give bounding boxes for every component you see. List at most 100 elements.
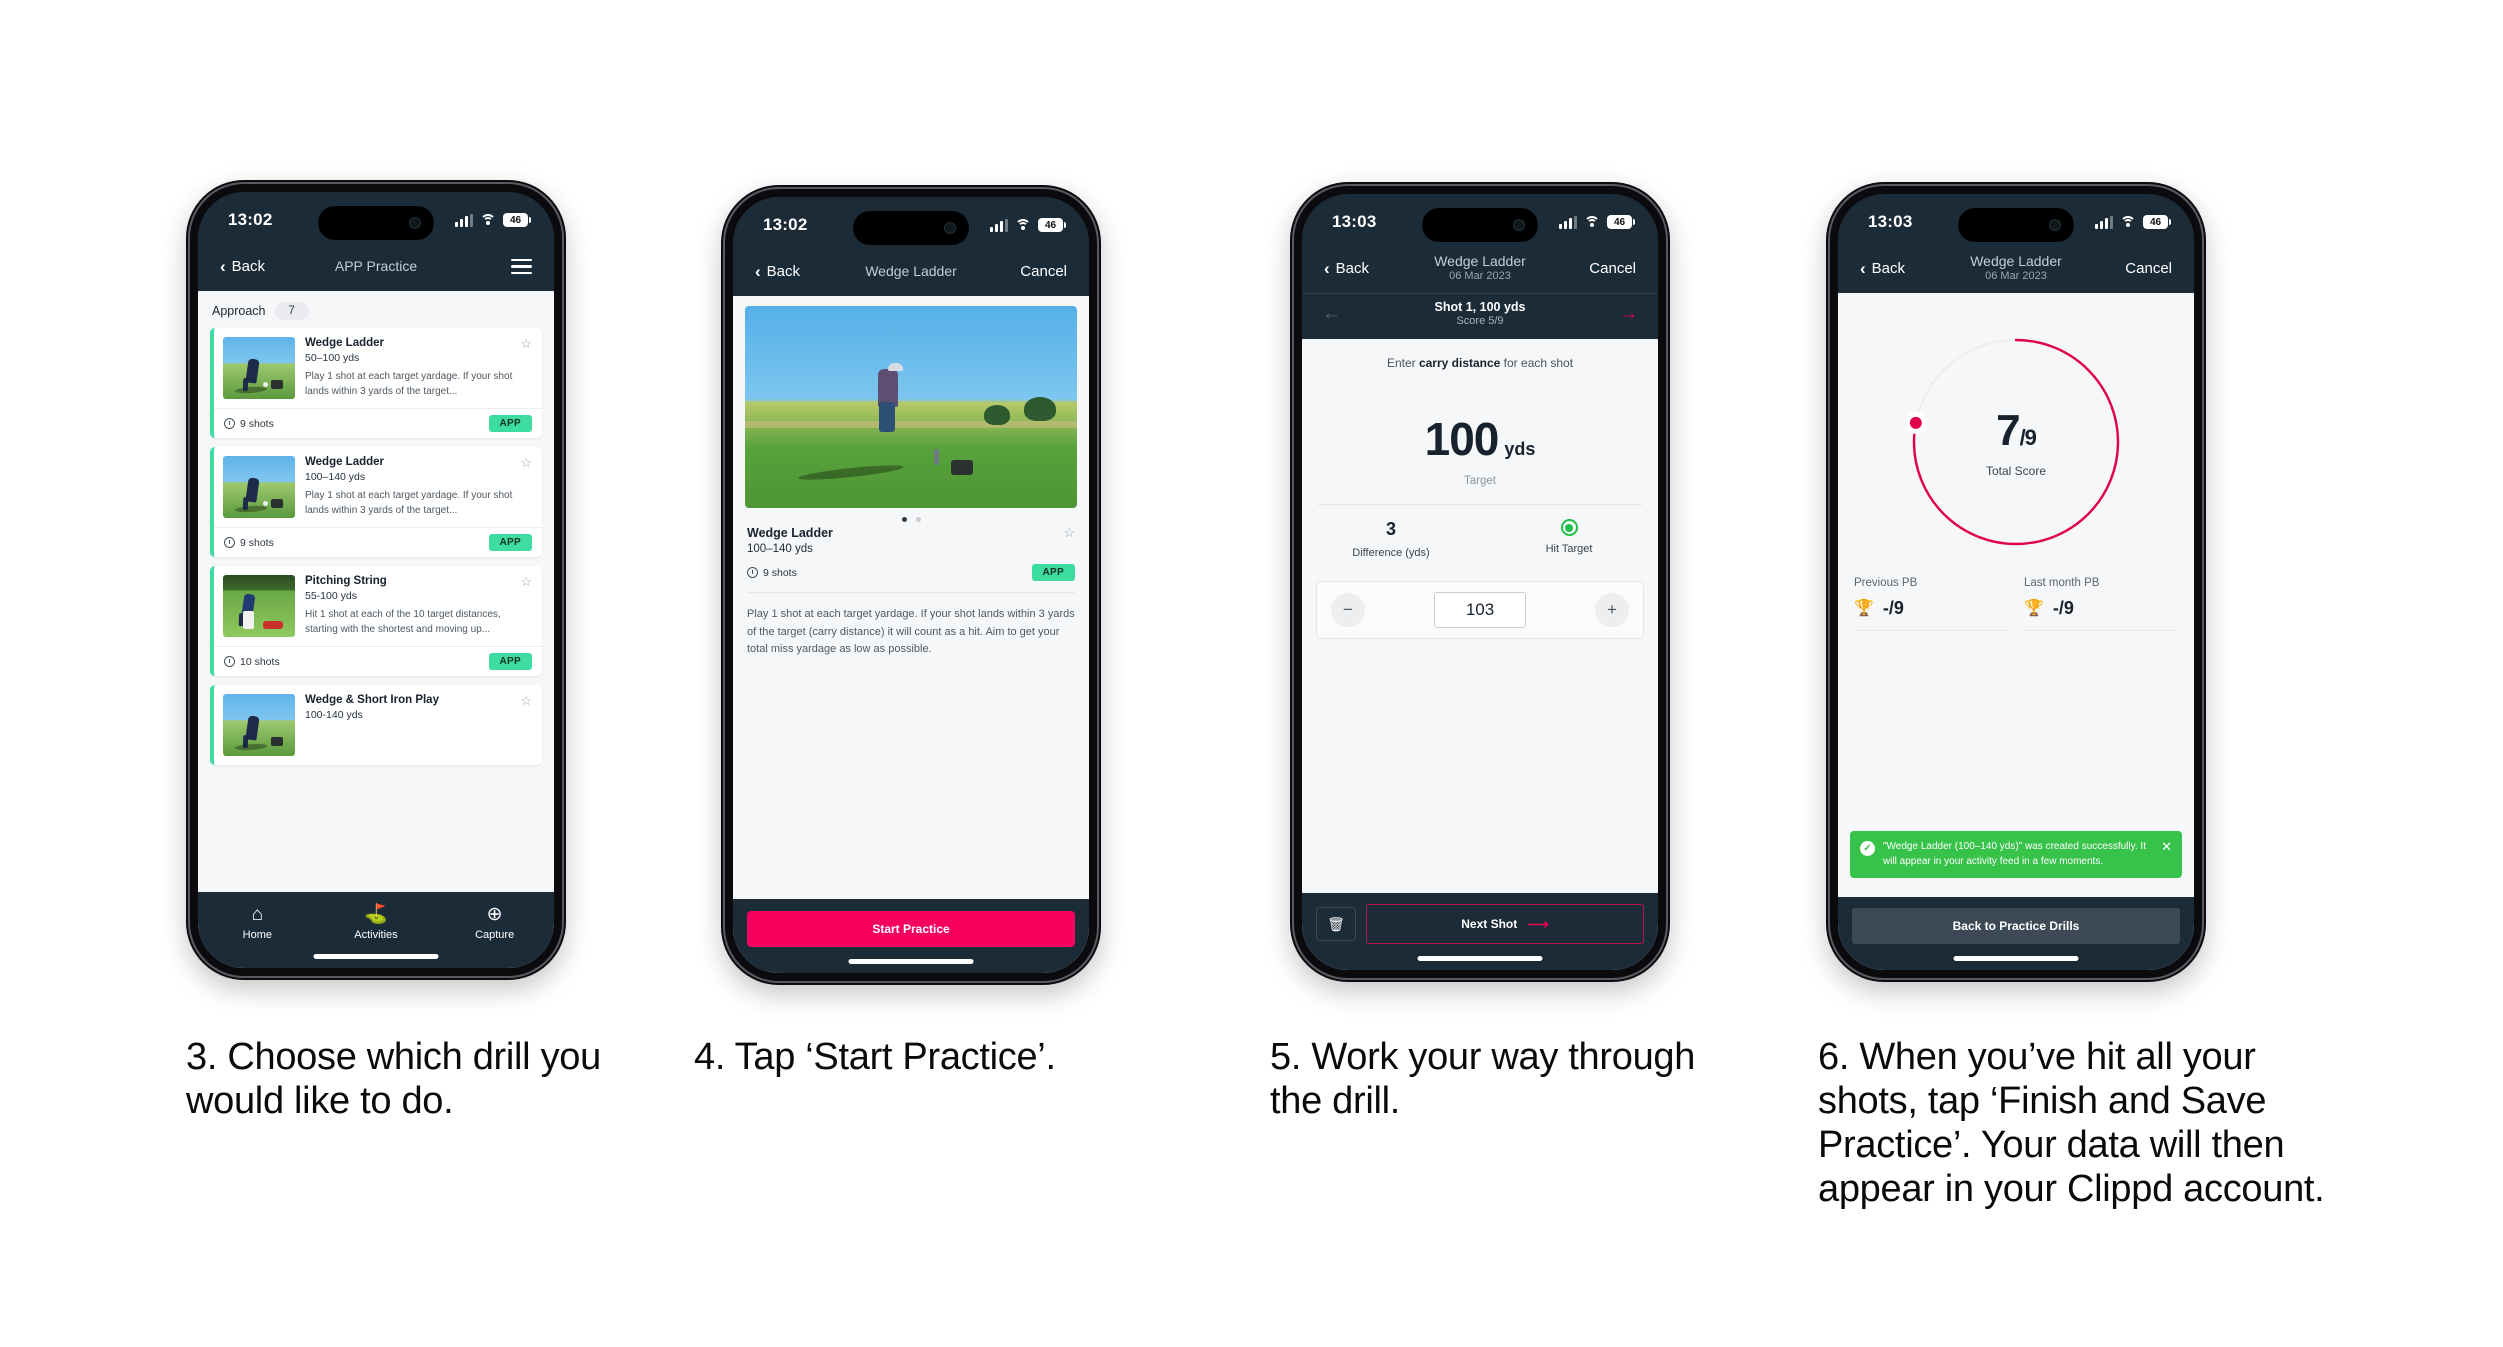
section-count-chip: 7 (274, 302, 309, 320)
stat-hit-target: Hit Target (1480, 519, 1658, 559)
arrow-right-icon: ⟶ (1527, 916, 1549, 933)
page-title: Wedge Ladder (865, 262, 957, 279)
back-button[interactable]: ‹ Back (755, 263, 800, 280)
dynamic-island (853, 211, 969, 245)
drill-shots-label: 9 shots (240, 536, 274, 549)
clock-icon (747, 567, 758, 578)
phone-3-screen: 13:03 46 ‹ Back Wedge Ladder 06 Mar 2023… (1302, 194, 1658, 970)
drill-card-main: Pitching String ☆ 55-100 yds Hit 1 shot … (214, 566, 542, 646)
phone-1-drill-list: 13:02 46 ‹ Back APP Practice Approach 7 … (186, 180, 566, 980)
battery-icon: 46 (503, 213, 531, 227)
next-shot-arrow-icon[interactable]: → (1619, 304, 1638, 323)
drill-list-body: Approach 7 Wedge Ladder ☆ 50–100 yds Pla… (198, 291, 554, 968)
drill-description: Play 1 shot at each target yardage. If y… (305, 371, 513, 397)
shot-title: Shot 1, 100 yds (1434, 300, 1526, 314)
difference-label: Difference (yds) (1352, 547, 1430, 559)
phone-4-summary: 13:03 46 ‹ Back Wedge Ladder 06 Mar 2023… (1826, 182, 2206, 982)
toast-message: "Wedge Ladder (100–140 yds)" was created… (1883, 841, 2146, 867)
increment-button[interactable]: + (1595, 593, 1629, 627)
back-button[interactable]: ‹ Back (1324, 260, 1369, 277)
last-month-pb-value: -/9 (2052, 598, 2074, 618)
cancel-button[interactable]: Cancel (2125, 260, 2172, 277)
cancel-button[interactable]: Cancel (1020, 263, 1067, 280)
target-display: 100 yds Target (1302, 370, 1658, 487)
tutorial-screenshot: 13:02 46 ‹ Back APP Practice Approach 7 … (0, 0, 2503, 1347)
page-title-text: Wedge Ladder (1970, 252, 2062, 269)
status-indicators: 46 (1559, 215, 1635, 229)
status-indicators: 46 (455, 213, 531, 227)
status-time: 13:02 (763, 215, 808, 234)
back-to-practice-drills-button[interactable]: Back to Practice Drills (1852, 908, 2180, 944)
close-icon[interactable]: ✕ (2161, 840, 2172, 853)
page-title: Wedge Ladder 06 Mar 2023 (1970, 253, 2062, 284)
tab-capture[interactable]: ⊕ Capture (436, 903, 553, 942)
next-shot-button[interactable]: Next Shot ⟶ (1366, 904, 1644, 944)
shot-navigation-bar: ← Shot 1, 100 yds Score 5/9 → (1302, 293, 1658, 339)
page-subtitle: 06 Mar 2023 (1985, 270, 2047, 283)
caption-step-6: 6. When you’ve hit all your shots, tap ‘… (1818, 1036, 2325, 1211)
drill-card[interactable]: Wedge Ladder ☆ 50–100 yds Play 1 shot at… (210, 328, 542, 438)
previous-pb-value: -/9 (1882, 598, 1904, 618)
drill-card-text: Wedge Ladder ☆ 100–140 yds Play 1 shot a… (305, 456, 532, 518)
drill-shots: 9 shots (747, 567, 797, 579)
chevron-left-icon: ‹ (220, 257, 226, 276)
hamburger-icon[interactable] (511, 258, 532, 275)
drill-card[interactable]: Pitching String ☆ 55-100 yds Hit 1 shot … (210, 566, 542, 676)
favourite-star-icon[interactable]: ☆ (520, 575, 532, 588)
nav-bar: ‹ Back Wedge Ladder Cancel (733, 253, 1089, 296)
wifi-icon (2120, 216, 2136, 228)
favourite-star-icon[interactable]: ☆ (1063, 526, 1075, 539)
chevron-left-icon: ‹ (1860, 259, 1866, 278)
last-month-pb-label: Last month PB (2024, 577, 2100, 589)
drill-card[interactable]: Wedge Ladder ☆ 100–140 yds Play 1 shot a… (210, 447, 542, 557)
favourite-star-icon[interactable]: ☆ (520, 694, 532, 707)
back-button[interactable]: ‹ Back (1860, 260, 1905, 277)
divider (747, 592, 1075, 593)
decrement-button[interactable]: − (1331, 593, 1365, 627)
cellular-signal-icon (455, 213, 473, 227)
carousel-dot[interactable] (915, 517, 921, 522)
favourite-star-icon[interactable]: ☆ (520, 337, 532, 350)
phone-4-screen: 13:03 46 ‹ Back Wedge Ladder 06 Mar 2023… (1838, 194, 2194, 970)
previous-shot-arrow-icon[interactable]: ← (1322, 304, 1341, 323)
nav-bar: ‹ Back APP Practice (198, 248, 554, 291)
summary-body: 7/9 Total Score Previous PB 🏆 -/9 Last m… (1838, 293, 2194, 970)
cellular-signal-icon (1559, 215, 1577, 229)
golf-flag-icon: ⛳ (364, 903, 388, 925)
trash-icon[interactable]: 🗑 (1316, 907, 1356, 941)
drill-category-tag: APP (488, 653, 532, 670)
front-camera-icon (409, 217, 421, 229)
tab-home-label: Home (242, 929, 272, 941)
drill-shots: 10 shots (224, 656, 280, 668)
cellular-signal-icon (2095, 215, 2113, 229)
drill-card-text: Wedge Ladder ☆ 50–100 yds Play 1 shot at… (305, 337, 532, 399)
drill-shots: 9 shots (224, 418, 274, 430)
score-ring: 7/9 Total Score (1907, 333, 2125, 551)
battery-icon: 46 (2143, 215, 2171, 229)
drill-detail-body: Wedge Ladder ☆ 100–140 yds 9 shots APP P… (733, 296, 1089, 973)
drill-category-tag: APP (1031, 564, 1075, 581)
tab-capture-label: Capture (475, 929, 515, 941)
carousel-dot-active[interactable] (901, 517, 907, 522)
drill-card[interactable]: Wedge & Short Iron Play ☆ 100-140 yds (210, 685, 542, 765)
drill-card-text: Wedge & Short Iron Play ☆ 100-140 yds (305, 694, 532, 756)
target-value: 100 (1424, 413, 1500, 465)
drill-title: Wedge Ladder (305, 456, 385, 468)
tab-home[interactable]: ⌂ Home (199, 903, 316, 942)
drill-card-footer: 10 shots APP (214, 646, 542, 676)
last-month-pb: Last month PB 🏆 -/9 (2024, 577, 2178, 631)
back-button[interactable]: ‹ Back (220, 258, 265, 275)
drill-shots-label: 9 shots (763, 566, 797, 579)
back-label: Back (766, 263, 801, 280)
nav-bar: ‹ Back Wedge Ladder 06 Mar 2023 Cancel (1838, 250, 2194, 293)
status-time: 13:02 (228, 210, 273, 229)
tab-activities[interactable]: ⛳ Activities (317, 903, 434, 942)
start-practice-button[interactable]: Start Practice (747, 911, 1075, 947)
carry-distance-input[interactable]: 103 (1434, 592, 1526, 628)
favourite-star-icon[interactable]: ☆ (520, 456, 532, 469)
dynamic-island (1422, 208, 1538, 242)
score-ring-container: 7/9 Total Score (1838, 293, 2194, 551)
carousel-dots[interactable] (733, 508, 1089, 524)
trophy-icon: 🏆 (1854, 599, 1874, 617)
cancel-button[interactable]: Cancel (1589, 260, 1636, 277)
